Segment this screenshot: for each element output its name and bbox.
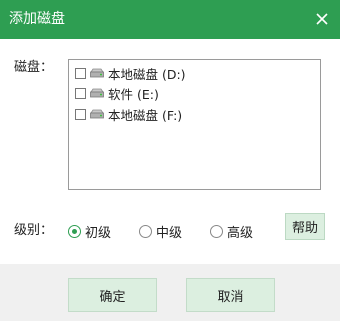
level-radio-intermediate[interactable]: 中级 [139, 222, 183, 241]
hard-drive-icon [90, 109, 104, 119]
radio-selected-icon[interactable] [68, 224, 81, 238]
disk-list[interactable]: 本地磁盘 (D:) 软件 (E:) 本地磁盘 (F:) [68, 59, 321, 190]
disk-d-label: 本地磁盘 (D:) [108, 66, 186, 82]
window-title: 添加磁盘 [9, 11, 65, 27]
level-label: 级别： [14, 223, 54, 238]
level-radio-advanced[interactable]: 高级 [210, 222, 254, 241]
disk-f-label: 本地磁盘 (F:) [108, 107, 183, 123]
close-icon[interactable] [314, 11, 330, 27]
cancel-button[interactable]: 取消 [186, 278, 275, 312]
hard-drive-icon [90, 88, 104, 98]
disk-item-f[interactable]: 本地磁盘 (F:) [75, 105, 182, 123]
help-button[interactable]: 帮助 [285, 213, 325, 240]
disk-item-e[interactable]: 软件 (E:) [75, 84, 159, 102]
hard-drive-icon [90, 68, 104, 78]
radio-unselected-icon[interactable] [139, 224, 152, 238]
disk-item-d[interactable]: 本地磁盘 (D:) [75, 64, 186, 82]
level-radio-basic[interactable]: 初级 [68, 222, 112, 241]
ok-button[interactable]: 确定 [68, 278, 157, 312]
title-bar: 添加磁盘 [0, 0, 340, 39]
disk-e-label: 软件 (E:) [108, 86, 159, 102]
level-option-label: 中级 [156, 225, 183, 241]
disk-f-checkbox[interactable] [75, 108, 86, 120]
radio-unselected-icon[interactable] [210, 224, 223, 238]
dialog-content: 磁盘： 本地磁盘 (D:) 软件 (E:) 本地磁盘 (F:) 级别： 初级 中… [0, 39, 340, 264]
disk-e-checkbox[interactable] [75, 87, 86, 99]
dialog-footer: 确定 取消 [0, 264, 340, 321]
disk-label: 磁盘： [14, 60, 54, 75]
level-option-label: 初级 [85, 225, 112, 241]
level-option-label: 高级 [227, 225, 254, 241]
disk-d-checkbox[interactable] [75, 67, 86, 79]
